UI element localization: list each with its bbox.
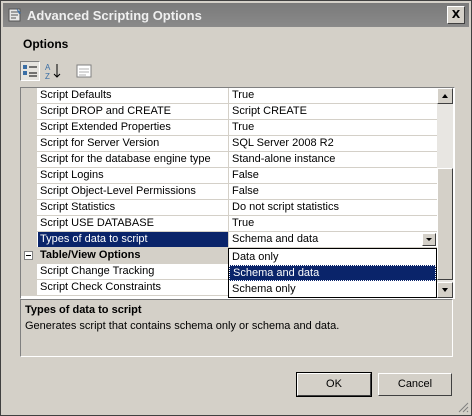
close-button[interactable]: X — [447, 6, 465, 24]
collapse-icon[interactable] — [24, 251, 33, 260]
scroll-up-button[interactable] — [437, 88, 453, 104]
property-name[interactable]: Script for the database engine type — [38, 152, 229, 167]
property-pages-icon — [76, 64, 92, 78]
types-of-data-dropdown-list[interactable]: Data only Schema and data Schema only — [228, 248, 437, 298]
scroll-thumb[interactable] — [437, 168, 453, 280]
property-row[interactable]: Types of data to script Schema and data — [21, 232, 437, 248]
property-value[interactable]: SQL Server 2008 R2 — [230, 136, 437, 151]
dropdown-arrow-button[interactable] — [422, 233, 436, 246]
row-margin — [21, 104, 37, 120]
property-row[interactable]: Script Defaults True — [21, 88, 437, 104]
categorized-icon — [23, 65, 37, 77]
categorized-button[interactable] — [20, 61, 40, 81]
property-value[interactable]: True — [230, 88, 437, 103]
property-value[interactable]: False — [230, 168, 437, 183]
vertical-scrollbar[interactable] — [437, 88, 453, 298]
advanced-scripting-options-dialog: Advanced Scripting Options X Options A Z… — [0, 0, 472, 416]
row-margin — [21, 200, 37, 216]
row-margin — [21, 280, 37, 296]
property-row[interactable]: Script Object-Level Permissions False — [21, 184, 437, 200]
options-label: Options — [23, 37, 69, 51]
description-panel: Types of data to script Generates script… — [20, 299, 453, 357]
property-value[interactable]: Do not script statistics — [230, 200, 437, 215]
property-value[interactable]: Script CREATE — [230, 104, 437, 119]
property-row[interactable]: Script Statistics Do not script statistic… — [21, 200, 437, 216]
cancel-button[interactable]: Cancel — [378, 373, 452, 396]
row-margin — [21, 120, 37, 136]
row-margin — [21, 216, 37, 232]
description-text: Generates script that contains schema on… — [25, 320, 340, 332]
property-value[interactable]: False — [230, 184, 437, 199]
scroll-down-button[interactable] — [437, 282, 453, 298]
row-margin — [21, 184, 37, 200]
property-name[interactable]: Script Logins — [38, 168, 229, 183]
property-row[interactable]: Script Extended Properties True — [21, 120, 437, 136]
row-margin — [21, 264, 37, 280]
property-value[interactable]: True — [230, 216, 437, 231]
property-value[interactable]: Schema and data — [230, 232, 437, 247]
row-margin — [21, 232, 37, 248]
property-name[interactable]: Script USE DATABASE — [38, 216, 229, 231]
title-bar[interactable]: Advanced Scripting Options X — [3, 3, 469, 27]
property-pages-button[interactable] — [74, 61, 94, 81]
property-row[interactable]: Script for the database engine type Stand… — [21, 152, 437, 168]
property-row[interactable]: Script for Server Version SQL Server 2008… — [21, 136, 437, 152]
category-name: Table/View Options — [38, 248, 228, 263]
svg-text:Z: Z — [45, 72, 50, 81]
window-title: Advanced Scripting Options — [27, 8, 202, 23]
property-name[interactable]: Script Object-Level Permissions — [38, 184, 229, 199]
resize-grip-icon[interactable] — [457, 401, 469, 413]
alphabetical-button[interactable]: A Z — [44, 61, 64, 81]
row-margin — [21, 88, 37, 104]
description-title: Types of data to script — [25, 304, 142, 316]
property-value[interactable]: Stand-alone instance — [230, 152, 437, 167]
property-name[interactable]: Script Check Constraints — [38, 280, 229, 295]
alphabetical-sort-icon: A Z — [45, 63, 61, 81]
property-name[interactable]: Script DROP and CREATE — [38, 104, 229, 119]
row-margin — [21, 152, 37, 168]
property-name[interactable]: Script Extended Properties — [38, 120, 229, 135]
property-row[interactable]: Script DROP and CREATE Script CREATE — [21, 104, 437, 120]
property-value[interactable]: True — [230, 120, 437, 135]
property-name[interactable]: Script for Server Version — [38, 136, 229, 151]
property-row[interactable]: Script USE DATABASE True — [21, 216, 437, 232]
dropdown-option[interactable]: Schema and data — [229, 265, 436, 281]
svg-text:A: A — [45, 63, 51, 72]
dropdown-option[interactable]: Data only — [229, 249, 436, 265]
property-name[interactable]: Types of data to script — [38, 232, 229, 247]
ok-button[interactable]: OK — [296, 372, 372, 397]
app-icon — [8, 8, 21, 22]
property-name[interactable]: Script Change Tracking — [38, 264, 229, 279]
row-margin — [21, 136, 37, 152]
property-row[interactable]: Script Logins False — [21, 168, 437, 184]
row-margin — [21, 168, 37, 184]
property-name[interactable]: Script Defaults — [38, 88, 229, 103]
property-name[interactable]: Script Statistics — [38, 200, 229, 215]
dropdown-option[interactable]: Schema only — [229, 281, 436, 297]
